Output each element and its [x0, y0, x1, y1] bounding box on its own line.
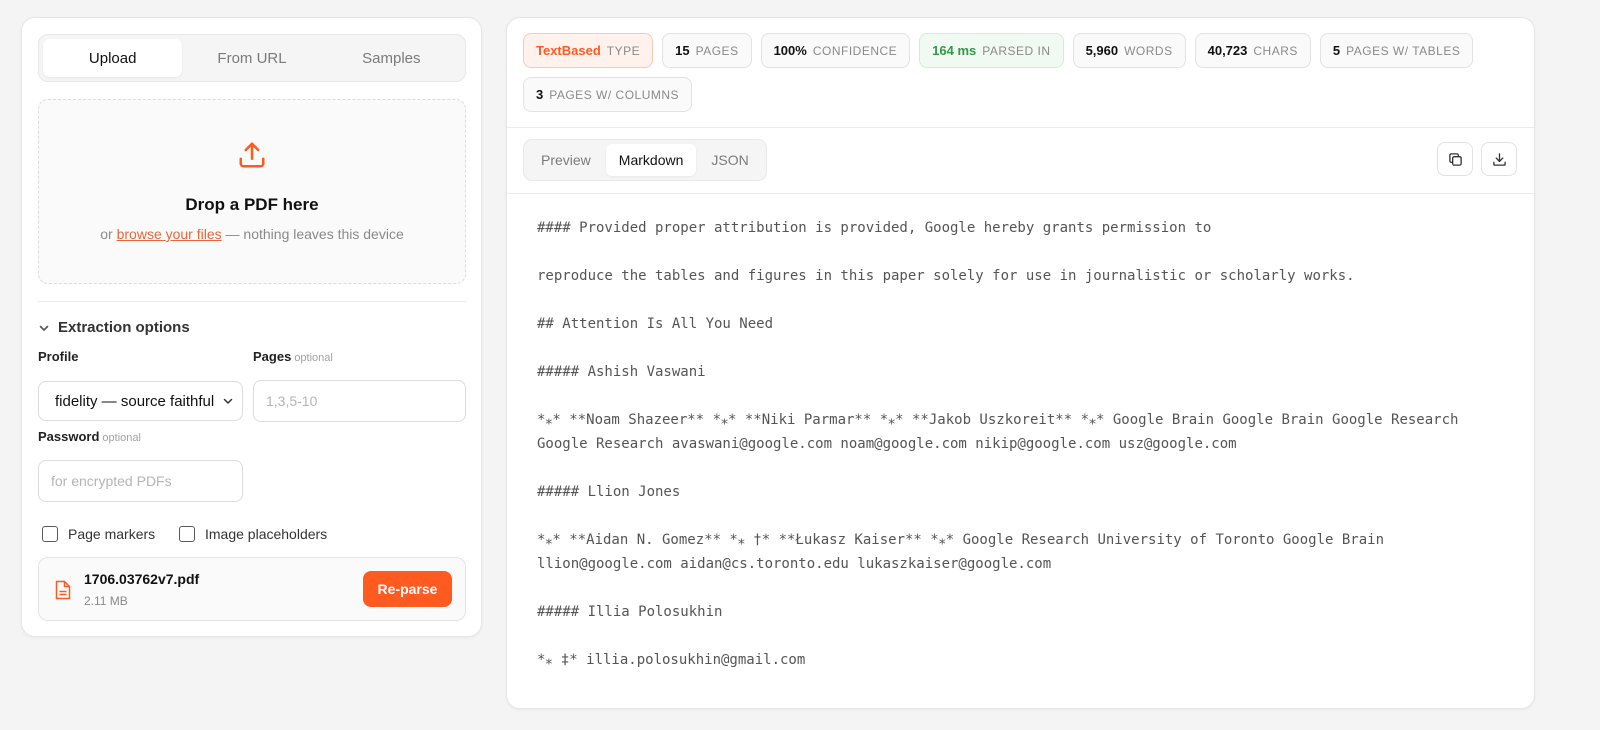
dropzone-title: Drop a PDF here — [185, 195, 319, 214]
checkbox-box[interactable] — [42, 526, 58, 542]
dropzone-subtitle: or browse your files — nothing leaves th… — [100, 226, 404, 242]
extraction-options-toggle[interactable]: Extraction options — [38, 319, 190, 336]
file-icon — [55, 580, 71, 600]
profile-select[interactable]: fidelity — source faithful — [38, 381, 243, 421]
tab-from-url[interactable]: From URL — [182, 39, 321, 77]
image-placeholders-checkbox[interactable]: Image placeholders — [179, 526, 327, 542]
view-tabs: Preview Markdown JSON — [523, 139, 767, 181]
file-size: 2.11 MB — [84, 594, 128, 608]
chevron-down-icon — [39, 325, 49, 331]
results-panel: TextBased TYPE 15 PAGES 100% CONFIDENCE 164… — [506, 17, 1535, 709]
markdown-line: *⁎* **Aidan N. Gomez** *⁎ †* **Łukasz Ka… — [537, 532, 1393, 572]
stats-bar: TextBased TYPE 15 PAGES 100% CONFIDENCE 164… — [523, 33, 1523, 112]
browse-files-link[interactable]: browse your files — [117, 226, 222, 242]
divider — [38, 301, 466, 302]
stat-confidence: 100% CONFIDENCE — [760, 33, 911, 68]
markdown-line: ##### Llion Jones — [537, 484, 681, 500]
stat-chars: 40,723 CHARS — [1194, 33, 1311, 68]
checkbox-box[interactable] — [179, 526, 195, 542]
extraction-options-label: Extraction options — [58, 319, 190, 336]
image-placeholders-label: Image placeholders — [205, 526, 328, 542]
profile-label: Profile — [38, 349, 79, 364]
copy-button[interactable] — [1437, 142, 1473, 176]
markdown-line: *⁎* **Noam Shazeer** *⁎* **Niki Parmar**… — [537, 412, 1467, 452]
password-label: Password optional — [38, 429, 141, 444]
upload-panel: Upload From URL Samples Drop a PDF here … — [21, 17, 482, 637]
upload-icon — [239, 142, 265, 168]
download-button[interactable] — [1481, 142, 1517, 176]
markdown-line: ##### Ashish Vaswani — [537, 364, 706, 380]
divider — [507, 193, 1534, 194]
source-tabs: Upload From URL Samples — [38, 34, 466, 82]
markdown-line: ## Attention Is All You Need — [537, 316, 774, 332]
markdown-line: *⁎ ‡* illia.polosukhin@gmail.com — [537, 652, 806, 668]
password-input[interactable] — [38, 460, 243, 502]
profile-select-value: fidelity — source faithful — [55, 392, 215, 410]
stat-pages-with-columns: 3 PAGES W/ COLUMNS — [523, 77, 693, 112]
page-markers-checkbox[interactable]: Page markers — [42, 526, 155, 542]
copy-icon — [1448, 152, 1462, 166]
markdown-output[interactable]: #### Provided proper attribution is prov… — [537, 216, 1512, 696]
chevron-down-icon — [223, 398, 233, 404]
reparse-button[interactable]: Re-parse — [363, 571, 452, 607]
page-markers-label: Page markers — [68, 526, 156, 542]
tab-preview[interactable]: Preview — [528, 144, 604, 176]
pages-optional-hint: optional — [294, 352, 333, 364]
tab-json[interactable]: JSON — [698, 144, 761, 176]
tab-markdown[interactable]: Markdown — [605, 144, 697, 176]
stat-pages-with-tables: 5 PAGES W/ TABLES — [1319, 33, 1474, 68]
password-optional-hint: optional — [102, 432, 141, 444]
tab-samples[interactable]: Samples — [322, 39, 461, 77]
markdown-line: ##### Illia Polosukhin — [537, 604, 723, 620]
divider — [507, 127, 1534, 128]
stat-type: TextBased TYPE — [523, 33, 654, 68]
stat-parsed-in: 164 ms PARSED IN — [919, 33, 1064, 68]
download-icon — [1492, 152, 1506, 166]
stat-words: 5,960 WORDS — [1072, 33, 1186, 68]
markdown-line: reproduce the tables and figures in this… — [537, 268, 1355, 284]
pdf-dropzone[interactable]: Drop a PDF here or browse your files — n… — [38, 99, 466, 284]
tab-upload[interactable]: Upload — [43, 39, 183, 77]
pages-input[interactable] — [253, 380, 466, 422]
markdown-line: #### Provided proper attribution is prov… — [537, 220, 1212, 236]
stat-pages: 15 PAGES — [662, 33, 752, 68]
file-name: 1706.03762v7.pdf — [84, 571, 200, 587]
selected-file-card: 1706.03762v7.pdf 2.11 MB Re-parse — [38, 557, 466, 621]
pages-label: Pages optional — [253, 349, 333, 364]
